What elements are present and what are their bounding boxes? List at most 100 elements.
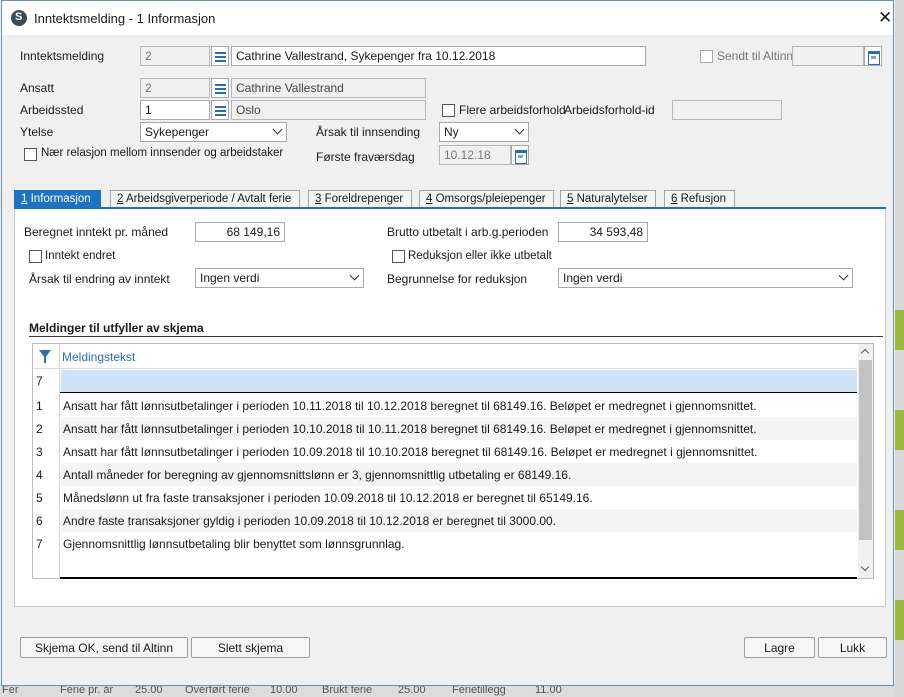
background-app-edge: [895, 0, 904, 697]
section-divider: [29, 336, 883, 337]
ytelse-select[interactable]: Sykepenger: [140, 122, 287, 142]
tab-label: Foreldrepenger: [321, 193, 404, 205]
sendt-altinn-label: Sendt til Altinn: [717, 49, 794, 63]
tab-label: Omsorgs/pleiepenger: [432, 193, 546, 205]
calendar-icon[interactable]: [864, 46, 882, 66]
arbeidssted-id-field[interactable]: 1: [140, 100, 210, 120]
flere-arbeidsforhold-label: Flere arbeidsforhold: [459, 103, 566, 117]
aarsak-endring-select[interactable]: Ingen verdi: [195, 268, 364, 288]
ytelse-value: Sykepenger: [145, 125, 210, 139]
chevron-down-icon: [349, 270, 360, 281]
row-number: 1: [36, 399, 43, 413]
title-bar: Inntektsmelding - 1 Informasjon ✕: [2, 1, 893, 35]
arbeidsforhold-id-field[interactable]: [672, 100, 782, 120]
inntektsmelding-id-field[interactable]: 2: [140, 46, 210, 66]
window-title: Inntektsmelding - 1 Informasjon: [34, 11, 216, 26]
tab-arbeidsgiverperiode[interactable]: 2 Arbeidsgiverperiode / Avtalt ferie: [110, 190, 300, 208]
reduksjon-checkbox[interactable]: [392, 250, 405, 263]
tab-refusjon[interactable]: 6 Refusjon: [664, 190, 735, 208]
inntekt-endret-checkbox[interactable]: [29, 250, 42, 263]
table-row[interactable]: 5 Månedslønn ut fra faste transaksjoner …: [33, 486, 857, 509]
tab-label: Informasjon: [27, 193, 91, 205]
aarsak-innsending-select[interactable]: Ny: [439, 122, 529, 142]
begrunnelse-select[interactable]: Ingen verdi: [558, 268, 853, 288]
messages-section-title: Meldinger til utfyller av skjema: [29, 321, 204, 335]
message-text: Antall måneder for beregning av gjennoms…: [63, 468, 572, 482]
chevron-down-icon: [838, 270, 849, 281]
aarsak-innsending-value: Ny: [444, 125, 459, 139]
inntektsmelding-dialog: Inntektsmelding - 1 Informasjon ✕ Inntek…: [1, 0, 894, 686]
grid-bottom-line: [60, 577, 857, 579]
sendt-altinn-date-field[interactable]: [792, 46, 864, 66]
list-lookup-icon[interactable]: [211, 46, 229, 66]
scroll-down-icon[interactable]: [860, 562, 870, 572]
brutto-utbetalt-field[interactable]: 34 593,48: [558, 222, 648, 242]
table-row[interactable]: 7 Gjennomsnittlig lønnsutbetaling blir b…: [33, 532, 857, 555]
scroll-up-icon[interactable]: [860, 348, 870, 358]
inntektsmelding-label: Inntektsmelding: [20, 49, 105, 63]
table-row[interactable]: 1 Ansatt har fått lønnsutbetalinger i pe…: [33, 394, 857, 417]
chevron-down-icon: [272, 124, 283, 135]
beregnet-inntekt-label: Beregnet inntekt pr. måned: [24, 225, 169, 239]
sendt-altinn-checkbox[interactable]: [700, 50, 713, 63]
ytelse-label: Ytelse: [20, 125, 54, 139]
message-text: Gjennomsnittlig lønnsutbetaling blir ben…: [63, 537, 405, 551]
grid-scrollbar[interactable]: [858, 344, 873, 578]
flere-arbeidsforhold-checkbox[interactable]: [442, 104, 455, 117]
grid-filter-row[interactable]: 7: [33, 370, 857, 392]
row-number: 4: [36, 468, 43, 482]
reduksjon-label: Reduksjon eller ikke utbetalt: [408, 250, 552, 262]
row-count: 7: [36, 374, 43, 388]
aarsak-innsending-label: Årsak til innsending: [316, 125, 421, 139]
inntektsmelding-description-field[interactable]: Cathrine Vallestrand, Sykepenger fra 10.…: [231, 46, 646, 66]
message-text: Ansatt har fått lønnsutbetalinger i peri…: [63, 399, 757, 413]
grid-separator: [60, 392, 857, 393]
row-number: 6: [36, 514, 43, 528]
brutto-utbetalt-label: Brutto utbetalt i arb.g.perioden: [387, 225, 549, 239]
table-row[interactable]: 6 Andre faste transaksjoner gyldig i per…: [33, 509, 857, 532]
tab-foreldrepenger[interactable]: 3 Foreldrepenger: [308, 190, 412, 208]
app-logo-icon: [11, 10, 27, 26]
lukk-button[interactable]: Lukk: [818, 637, 887, 658]
calendar-icon[interactable]: [511, 145, 529, 165]
grid-header: Meldingstekst: [33, 344, 857, 369]
forste-fravaersdag-label: Første fraværsdag: [316, 150, 415, 164]
naer-relasjon-checkbox[interactable]: [24, 148, 37, 161]
forste-fravaersdag-field[interactable]: 10.12.18: [439, 145, 511, 165]
aarsak-endring-value: Ingen verdi: [200, 271, 260, 285]
tab-informasjon[interactable]: 1 Informasjon: [14, 190, 101, 208]
messages-grid: Meldingstekst 7 1 Ansatt har fått lønnsu…: [32, 343, 874, 579]
selected-row-highlight: [61, 370, 857, 392]
ansatt-name-field: Cathrine Vallestrand: [231, 78, 426, 98]
table-row[interactable]: 3 Ansatt har fått lønnsutbetalinger i pe…: [33, 440, 857, 463]
row-number: 5: [36, 491, 43, 505]
row-number: 3: [36, 445, 43, 459]
close-icon[interactable]: ✕: [878, 8, 892, 28]
arbeidsforhold-id-label: Arbeidsforhold-id: [564, 103, 655, 117]
skjema-ok-send-button[interactable]: Skjema OK, send til Altinn: [20, 637, 188, 658]
message-text: Ansatt har fått lønnsutbetalinger i peri…: [63, 445, 758, 459]
naer-relasjon-label: Nær relasjon mellom innsender og arbeids…: [41, 147, 284, 159]
message-text: Andre faste transaksjoner gyldig i perio…: [63, 514, 557, 528]
begrunnelse-label: Begrunnelse for reduksjon: [387, 272, 528, 286]
slett-skjema-button[interactable]: Slett skjema: [191, 637, 310, 658]
lagre-button[interactable]: Lagre: [744, 637, 815, 658]
tab-label: Naturalytelser: [573, 193, 648, 205]
tab-naturalytelser[interactable]: 5 Naturalytelser: [560, 190, 656, 208]
chevron-down-icon: [514, 124, 525, 135]
ansatt-label: Ansatt: [20, 81, 55, 95]
row-number: 7: [36, 537, 43, 551]
arbeidssted-name-field: Oslo: [231, 100, 426, 120]
begrunnelse-value: Ingen verdi: [563, 271, 623, 285]
beregnet-inntekt-field[interactable]: 68 149,16: [195, 222, 285, 242]
list-lookup-icon[interactable]: [211, 78, 229, 98]
list-lookup-icon[interactable]: [211, 100, 229, 120]
tab-omsorgs-pleiepenger[interactable]: 4 Omsorgs/pleiepenger: [419, 190, 554, 208]
table-row[interactable]: 4 Antall måneder for beregning av gjenno…: [33, 463, 857, 486]
filter-icon[interactable]: [39, 350, 51, 363]
scrollbar-thumb[interactable]: [859, 360, 872, 540]
ansatt-id-field[interactable]: 2: [140, 78, 210, 98]
aarsak-endring-label: Årsak til endring av inntekt: [29, 272, 170, 286]
table-row[interactable]: 2 Ansatt har fått lønnsutbetalinger i pe…: [33, 417, 857, 440]
column-header-meldingstekst[interactable]: Meldingstekst: [62, 350, 135, 364]
